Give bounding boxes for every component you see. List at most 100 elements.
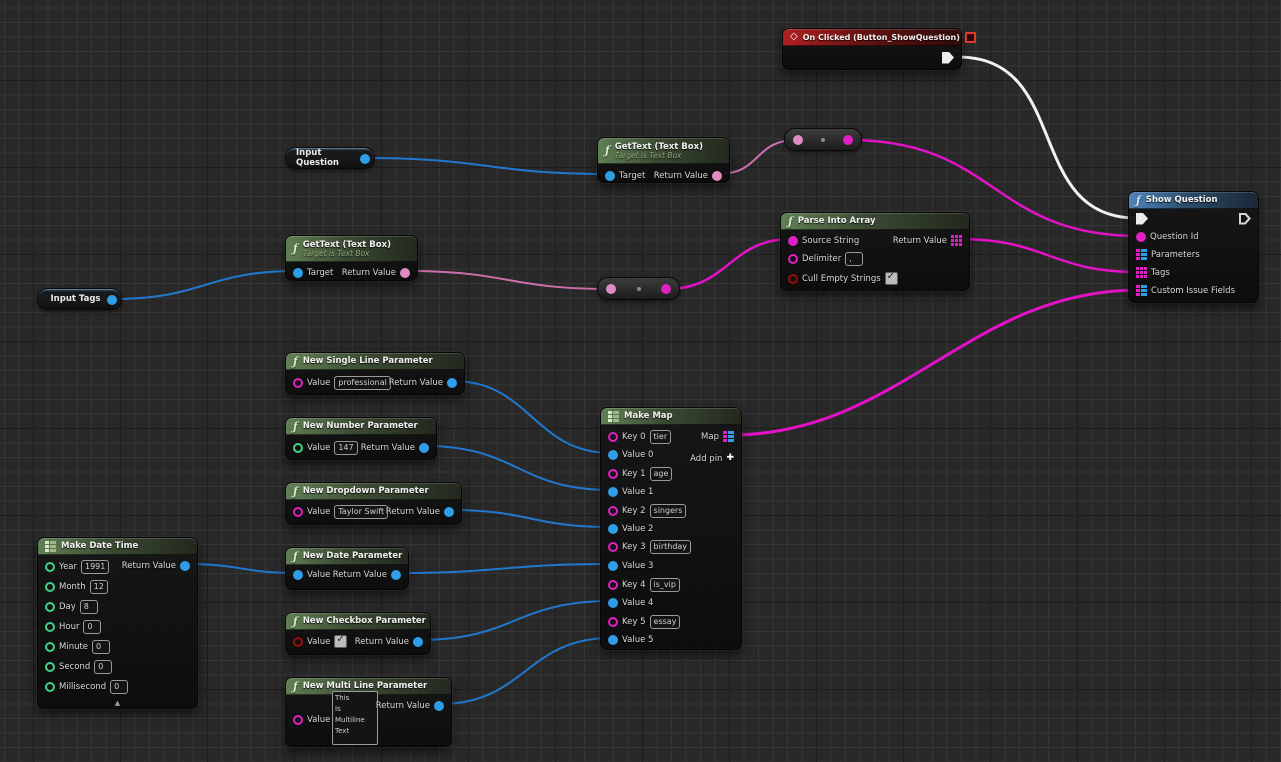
node-make-map[interactable]: Make Map Map Add pin ✚ Key 0 tier Value …: [600, 407, 742, 650]
exec-output-pin[interactable]: [942, 52, 954, 64]
key-1-pin[interactable]: [608, 469, 618, 479]
value-2-pin[interactable]: [608, 524, 618, 534]
value-1-pin[interactable]: [608, 487, 618, 497]
node-header[interactable]: ƒ Show Question: [1129, 192, 1258, 209]
node-header[interactable]: ƒ New Number Parameter: [286, 418, 436, 435]
node-parse-into-array[interactable]: ƒ Parse Into Array Source String Return …: [780, 212, 970, 291]
node-new-single-line-parameter[interactable]: ƒ New Single Line Parameter Value profes…: [285, 352, 465, 395]
node-header[interactable]: ƒ New Date Parameter: [286, 548, 408, 565]
value-5-pin[interactable]: [608, 635, 618, 645]
reroute-input-pin[interactable]: [793, 135, 803, 145]
node-gettext-tags[interactable]: ƒ GetText (Text Box) Target is Text Box …: [285, 235, 418, 281]
node-header[interactable]: ƒ New Checkbox Parameter: [286, 613, 430, 630]
node-new-date-parameter[interactable]: ƒ New Date Parameter Value Return Value: [285, 547, 409, 590]
node-make-date-time[interactable]: Make Date Time Return Value Year 1991 Mo…: [37, 537, 198, 709]
array-pin-icon[interactable]: [1136, 267, 1147, 278]
wire-inputtags-to-gettext-target[interactable]: [113, 271, 297, 299]
node-gettext-question[interactable]: ƒ GetText (Text Box) Target is Text Box …: [597, 137, 730, 183]
reroute-output-pin[interactable]: [661, 284, 671, 294]
wire-checkbox-to-value4[interactable]: [419, 601, 611, 640]
node-header[interactable]: Make Map: [601, 408, 741, 425]
key-0-field[interactable]: tier: [650, 430, 672, 444]
wire-inputquestion-to-gettext-target[interactable]: [366, 158, 609, 174]
value-3-pin[interactable]: [608, 561, 618, 571]
wire-exec-onclicked-to-showquestion[interactable]: [958, 57, 1137, 218]
value-field[interactable]: 147: [334, 441, 357, 455]
hour-field[interactable]: 0: [83, 620, 101, 634]
reroute-input-pin[interactable]: [606, 284, 616, 294]
node-new-checkbox-parameter[interactable]: ƒ New Checkbox Parameter Value ✓ Return …: [285, 612, 431, 655]
key-1-field[interactable]: age: [650, 467, 673, 481]
key-5-field[interactable]: essay: [650, 615, 681, 629]
wire-multiline-to-value5[interactable]: [440, 638, 611, 704]
node-header[interactable]: ƒ New Single Line Parameter: [286, 353, 464, 370]
cull-empty-strings-pin[interactable]: [788, 274, 798, 284]
key-3-pin[interactable]: [608, 542, 618, 552]
minute-pin[interactable]: [45, 642, 55, 652]
reroute-node[interactable]: [784, 128, 862, 151]
wire-dropdown-to-value2[interactable]: [450, 510, 611, 527]
wire-gettext-to-reroute-bottom[interactable]: [407, 271, 610, 289]
return-value-pin[interactable]: [434, 701, 444, 711]
node-header[interactable]: ƒ GetText (Text Box) Target is Text Box: [598, 138, 729, 164]
key-4-field[interactable]: is_vip: [650, 578, 680, 592]
key-2-field[interactable]: singers: [650, 504, 687, 518]
return-value-pin[interactable]: [444, 507, 454, 517]
collapse-advanced-icon[interactable]: ▲: [115, 700, 120, 707]
add-pin-plus-icon[interactable]: ✚: [726, 454, 734, 463]
variable-output-pin[interactable]: [107, 295, 117, 305]
day-field[interactable]: 8: [80, 600, 98, 614]
value-field[interactable]: Taylor Swift: [334, 505, 388, 519]
node-show-question[interactable]: ƒ Show Question Question Id Parameters T…: [1128, 191, 1259, 303]
year-pin[interactable]: [45, 562, 55, 572]
return-value-pin[interactable]: [419, 443, 429, 453]
array-pin-icon[interactable]: [951, 235, 962, 246]
reroute-output-pin[interactable]: [843, 135, 853, 145]
value-0-pin[interactable]: [608, 450, 618, 460]
delimiter-field[interactable]: ,: [845, 252, 863, 266]
wire-reroute-to-sourcestring[interactable]: [667, 239, 791, 289]
wire-parsearray-to-tags[interactable]: [958, 239, 1139, 272]
return-value-pin[interactable]: [391, 570, 401, 580]
hour-pin[interactable]: [45, 622, 55, 632]
value-pin[interactable]: [293, 443, 303, 453]
map-pin-icon[interactable]: [1136, 249, 1147, 260]
node-header[interactable]: ◇ On Clicked (Button_ShowQuestion): [783, 29, 961, 46]
node-on-clicked[interactable]: ◇ On Clicked (Button_ShowQuestion): [782, 28, 962, 70]
key-2-pin[interactable]: [608, 506, 618, 516]
target-pin[interactable]: [293, 268, 303, 278]
node-new-dropdown-parameter[interactable]: ƒ New Dropdown Parameter Value Taylor Sw…: [285, 482, 462, 525]
value-field[interactable]: professional: [334, 376, 390, 390]
value-pin[interactable]: [293, 507, 303, 517]
wire-makedatetime-to-dateparam[interactable]: [186, 564, 297, 573]
month-field[interactable]: 12: [90, 580, 108, 594]
return-value-pin[interactable]: [413, 637, 423, 647]
node-new-number-parameter[interactable]: ƒ New Number Parameter Value 147 Return …: [285, 417, 437, 460]
key-3-field[interactable]: birthday: [650, 540, 692, 554]
key-5-pin[interactable]: [608, 617, 618, 627]
key-0-pin[interactable]: [608, 432, 618, 442]
return-value-pin[interactable]: [712, 171, 722, 181]
node-header[interactable]: ƒ New Dropdown Parameter: [286, 483, 461, 500]
variable-input-tags[interactable]: Input Tags: [37, 288, 122, 310]
return-value-pin[interactable]: [447, 378, 457, 388]
exec-output-pin[interactable]: [1239, 213, 1251, 225]
return-value-pin[interactable]: [180, 561, 190, 571]
value-pin[interactable]: [293, 570, 303, 580]
wire-makemap-to-customissuefields[interactable]: [730, 290, 1139, 435]
second-field[interactable]: 0: [94, 660, 112, 674]
value-pin[interactable]: [293, 715, 303, 725]
value-pin[interactable]: [293, 378, 303, 388]
source-string-pin[interactable]: [788, 236, 798, 246]
delimiter-pin[interactable]: [788, 254, 798, 264]
value-pin[interactable]: [293, 637, 303, 647]
question-id-pin[interactable]: [1136, 232, 1146, 242]
node-header[interactable]: ƒ GetText (Text Box) Target is Text Box: [286, 236, 417, 262]
value-checkbox[interactable]: ✓: [334, 635, 347, 648]
variable-output-pin[interactable]: [360, 154, 370, 164]
minute-field[interactable]: 0: [92, 640, 110, 654]
return-value-pin[interactable]: [400, 268, 410, 278]
delegate-pin-icon[interactable]: [965, 32, 976, 43]
node-header[interactable]: ƒ Parse Into Array: [781, 213, 969, 230]
node-new-multi-line-parameter[interactable]: ƒ New Multi Line Parameter Value This Is…: [285, 677, 452, 747]
